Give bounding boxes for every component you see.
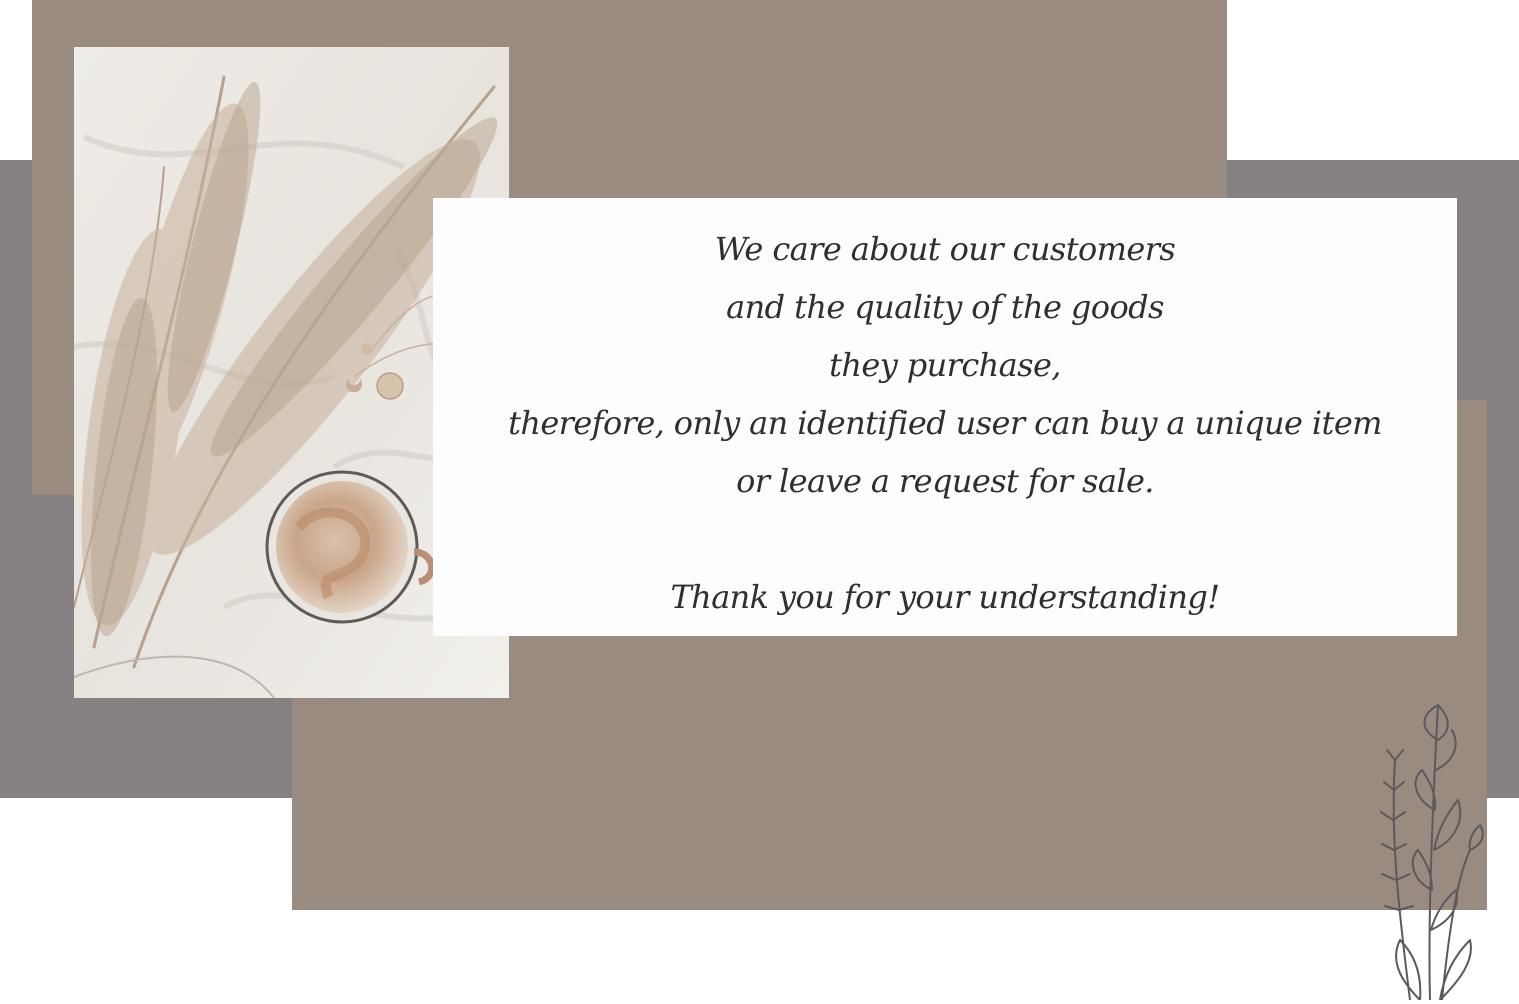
notice-line-4: therefore, only an identified user can b… [508, 404, 1382, 442]
notice-line-1: We care about our customers [714, 230, 1176, 268]
wildflower-sprig-icon [1360, 700, 1490, 1001]
notice-line-2: and the quality of the goods [726, 288, 1164, 326]
notice-line-5: or leave a request for sale. [736, 462, 1154, 500]
thank-you-line: Thank you for your understanding! [670, 578, 1220, 616]
notice-line-3: they purchase, [829, 346, 1061, 384]
notice-card: We care about our customers and the qual… [433, 198, 1457, 636]
notice-spacer [433, 510, 1457, 568]
